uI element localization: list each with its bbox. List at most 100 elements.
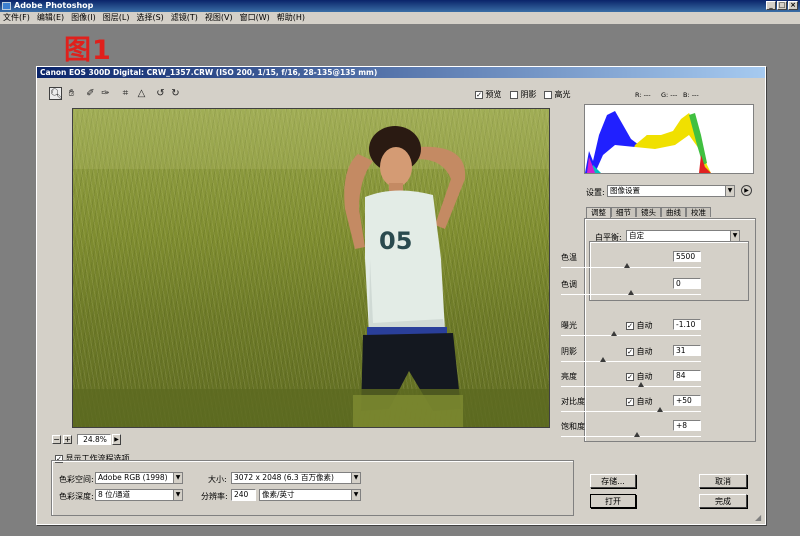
hand-tool-icon[interactable]: ✋︎ xyxy=(65,87,78,100)
zoom-level-field[interactable]: 24.8% xyxy=(77,434,111,445)
settings-select[interactable]: 图像设置 ▼ xyxy=(607,185,735,197)
slider-value-field[interactable]: 5500 xyxy=(673,251,701,262)
menu-edit[interactable]: 编辑(E) xyxy=(37,12,64,24)
eyedropper-icon[interactable]: ✐ xyxy=(84,87,97,100)
auto-label: 自动 xyxy=(636,372,653,381)
resolution-unit-value: 像素/英寸 xyxy=(262,490,295,499)
tab-bar: 调整 细节 镜头 曲线 校准 xyxy=(586,207,711,218)
auto-checkbox[interactable]: ✓ xyxy=(626,372,634,381)
auto-option[interactable]: ✓ 自动 xyxy=(626,371,653,382)
tab-calibrate[interactable]: 校准 xyxy=(686,207,711,217)
color-sampler-icon[interactable]: ✑ xyxy=(99,87,112,100)
slider-label: 色调 xyxy=(561,280,577,289)
slider-value-field[interactable]: 31 xyxy=(673,345,701,356)
slider-value-field[interactable]: 0 xyxy=(673,278,701,289)
menu-file[interactable]: 文件(F) xyxy=(3,12,30,24)
shadows-checkbox[interactable] xyxy=(510,90,518,99)
size-select[interactable]: 3072 x 2048 (6.3 百万像素) ▼ xyxy=(231,472,361,484)
preview-option[interactable]: ✓ 预览 xyxy=(475,89,502,100)
done-button[interactable]: 完成 xyxy=(699,494,747,508)
resolution-field[interactable]: 240 xyxy=(231,489,256,501)
slider-track[interactable] xyxy=(561,411,701,412)
highlights-option[interactable]: 高光 xyxy=(544,89,571,100)
straighten-tool-icon[interactable]: △ xyxy=(135,87,148,100)
slider-value-field[interactable]: -1.10 xyxy=(673,319,701,330)
slider-value-field[interactable]: 84 xyxy=(673,370,701,381)
slider-track[interactable] xyxy=(561,436,701,437)
menu-bar: 文件(F) 编辑(E) 图像(I) 图层(L) 选择(S) 滤镜(T) 视图(V… xyxy=(0,12,800,24)
color-space-select[interactable]: Adobe RGB (1998) ▼ xyxy=(95,472,183,484)
slider-value-field[interactable]: +50 xyxy=(673,395,701,406)
auto-option[interactable]: ✓ 自动 xyxy=(626,320,653,331)
crop-tool-icon[interactable]: ⌗ xyxy=(119,87,132,100)
minimize-button[interactable]: _ xyxy=(766,1,776,10)
slider-value-field[interactable]: +8 xyxy=(673,420,701,431)
highlights-checkbox[interactable] xyxy=(544,90,552,99)
preview-checkbox[interactable]: ✓ xyxy=(475,90,483,99)
auto-checkbox[interactable]: ✓ xyxy=(626,347,634,356)
chevron-down-icon: ▼ xyxy=(725,186,734,196)
histogram xyxy=(584,104,754,174)
auto-checkbox[interactable]: ✓ xyxy=(626,321,634,330)
slider-handle[interactable] xyxy=(600,357,606,362)
slider-handle[interactable] xyxy=(628,290,634,295)
open-button[interactable]: 打开 xyxy=(590,494,636,508)
resolution-label: 分辨率: xyxy=(201,492,228,501)
menu-filter[interactable]: 滤镜(T) xyxy=(171,12,198,24)
slider-track[interactable] xyxy=(561,335,701,336)
resize-grip-icon[interactable]: ◢ xyxy=(755,513,761,522)
tab-lens[interactable]: 镜头 xyxy=(636,207,661,217)
color-space-value: Adobe RGB (1998) xyxy=(98,473,168,482)
auto-checkbox[interactable]: ✓ xyxy=(626,397,634,406)
preview-label: 预览 xyxy=(485,90,502,99)
slider-handle[interactable] xyxy=(611,331,617,336)
save-button[interactable]: 存储... xyxy=(590,474,636,488)
rotate-left-icon[interactable]: ↺ xyxy=(154,87,167,100)
rgb-readout-r: R: --- xyxy=(635,91,651,99)
menu-select[interactable]: 选择(S) xyxy=(136,12,163,24)
zoom-out-button[interactable]: − xyxy=(52,435,61,444)
color-space-label: 色彩空间: xyxy=(59,475,94,484)
white-balance-group xyxy=(589,241,749,301)
chevron-down-icon: ▼ xyxy=(730,231,739,241)
slider-handle[interactable] xyxy=(638,382,644,387)
tab-adjust[interactable]: 调整 xyxy=(586,207,611,218)
slider-label: 饱和度 xyxy=(561,422,585,431)
chevron-down-icon: ▼ xyxy=(351,490,360,500)
menu-image[interactable]: 图像(I) xyxy=(71,12,96,24)
zoom-menu-button[interactable]: ▶ xyxy=(112,434,121,445)
menu-window[interactable]: 窗口(W) xyxy=(240,12,270,24)
slider-track[interactable] xyxy=(561,386,701,387)
rotate-right-icon[interactable]: ↻ xyxy=(169,87,182,100)
slider-handle[interactable] xyxy=(657,407,663,412)
auto-option[interactable]: ✓ 自动 xyxy=(626,396,653,407)
auto-label: 自动 xyxy=(636,347,653,356)
camera-raw-dialog: Canon EOS 300D Digital: CRW_1357.CRW (IS… xyxy=(36,66,766,525)
tab-detail[interactable]: 细节 xyxy=(611,207,636,217)
settings-value: 图像设置 xyxy=(610,186,640,195)
slider-handle[interactable] xyxy=(634,432,640,437)
menu-layer[interactable]: 图层(L) xyxy=(103,12,130,24)
color-depth-select[interactable]: 8 位/通道 ▼ xyxy=(95,489,183,501)
shadows-option[interactable]: 阴影 xyxy=(510,89,537,100)
resolution-unit-select[interactable]: 像素/英寸 ▼ xyxy=(259,489,361,501)
menu-help[interactable]: 帮助(H) xyxy=(277,12,305,24)
slider-handle[interactable] xyxy=(624,263,630,268)
settings-menu-icon[interactable]: ▶ xyxy=(741,185,752,196)
chevron-down-icon: ▼ xyxy=(351,473,360,483)
zoom-in-button[interactable]: + xyxy=(63,435,72,444)
size-label: 大小: xyxy=(208,475,227,484)
zoom-tool-icon[interactable]: 🔍︎ xyxy=(49,87,63,100)
color-depth-label: 色彩深度: xyxy=(59,492,94,501)
slider-track[interactable] xyxy=(561,361,701,362)
cancel-button[interactable]: 取消 xyxy=(699,474,747,488)
menu-view[interactable]: 视图(V) xyxy=(205,12,233,24)
tab-curve[interactable]: 曲线 xyxy=(661,207,686,217)
close-button[interactable]: × xyxy=(788,1,798,10)
maximize-button[interactable]: □ xyxy=(777,1,787,10)
slider-label: 亮度 xyxy=(561,372,577,381)
image-preview[interactable]: 05 xyxy=(72,108,550,428)
auto-option[interactable]: ✓ 自动 xyxy=(626,346,653,357)
slider-track[interactable] xyxy=(561,267,701,268)
chevron-down-icon: ▼ xyxy=(173,490,182,500)
